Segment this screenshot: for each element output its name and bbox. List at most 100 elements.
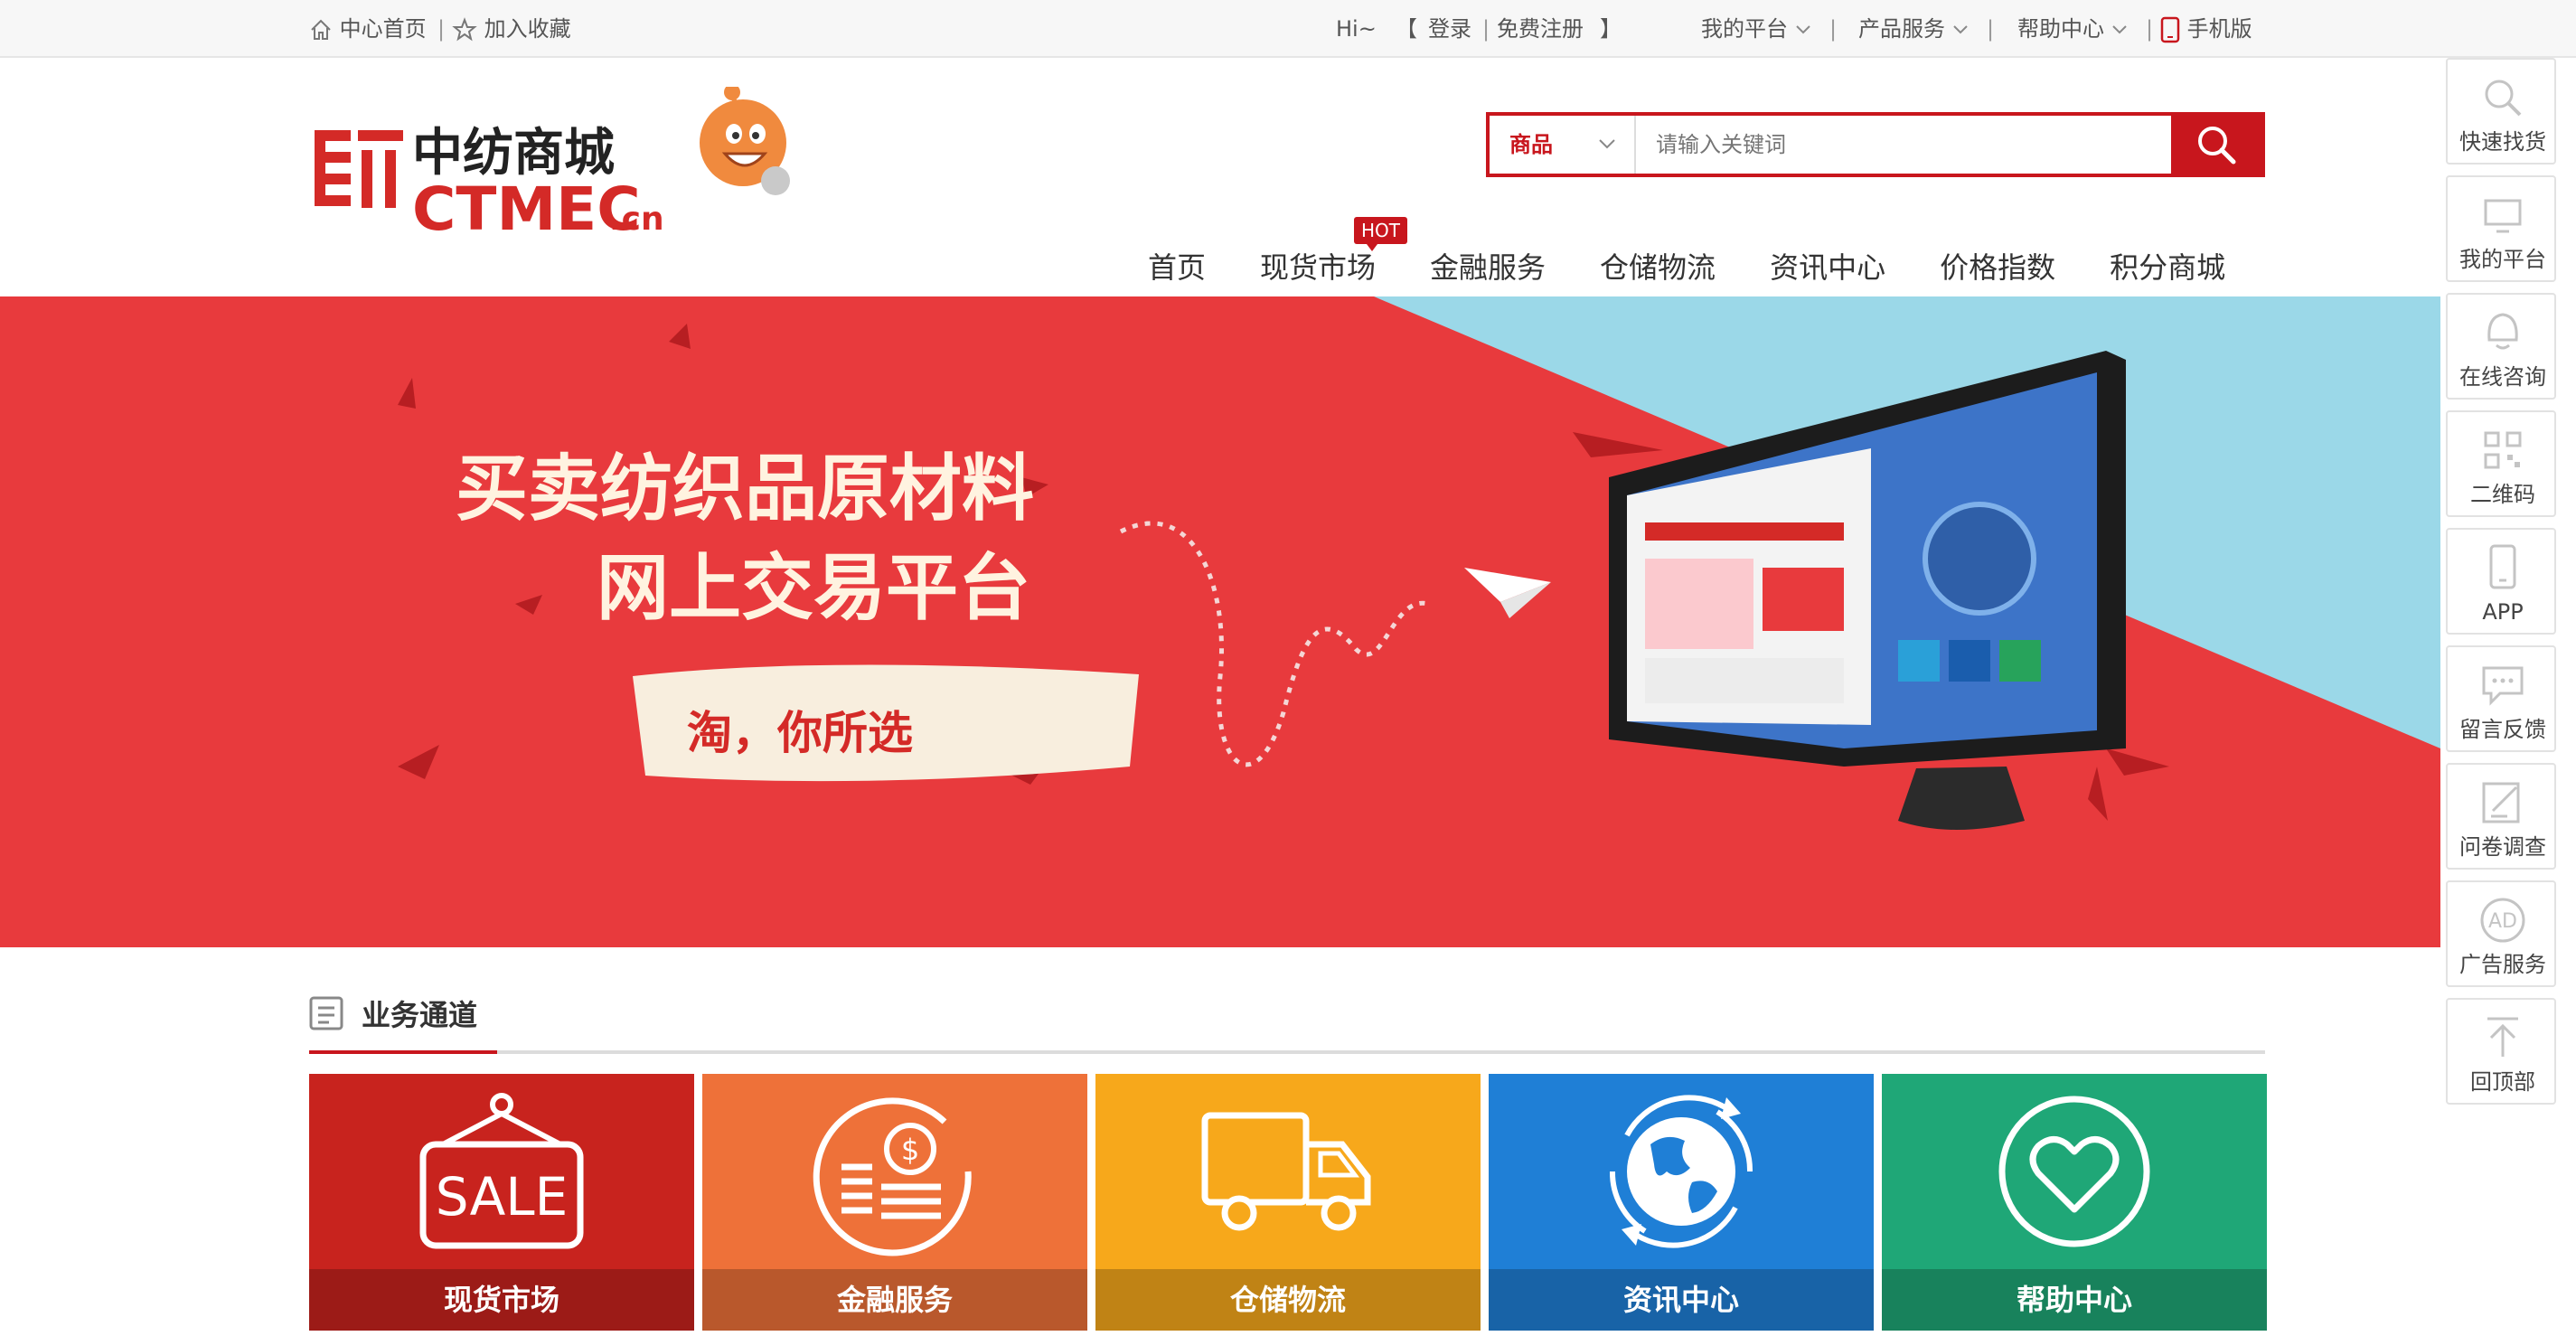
survey-icon	[2482, 782, 2520, 823]
divider: |	[2146, 16, 2154, 42]
site-logo[interactable]: 中纺商城 CTMEC .cn	[309, 84, 797, 244]
tile-label: 金融服务	[702, 1269, 1087, 1331]
ad-service-button[interactable]: AD 广告服务	[2446, 880, 2556, 987]
globe-icon	[1489, 1074, 1874, 1269]
divider: |	[1987, 16, 1995, 42]
online-consult-button[interactable]: 在线咨询	[2446, 293, 2556, 400]
ad-icon: AD	[2480, 898, 2525, 943]
chevron-down-icon	[1795, 25, 1810, 34]
banner-slogan: 淘，你所选	[687, 707, 913, 759]
search-input[interactable]	[1641, 116, 2148, 174]
logo-name-en: CTMEC	[412, 174, 641, 240]
chevron-down-icon	[1599, 139, 1615, 149]
qr-code-icon	[2484, 431, 2522, 469]
monitor-icon	[2484, 199, 2522, 233]
logo-domain: .cn	[609, 201, 664, 238]
my-platform-menu[interactable]: 我的平台	[1701, 13, 1811, 45]
search-category-label: 商品	[1509, 132, 1553, 157]
home-link-label: 中心首页	[339, 16, 427, 42]
sidebar-label: 在线咨询	[2459, 364, 2546, 390]
star-icon	[452, 17, 477, 42]
product-service-label: 产品服务	[1858, 16, 1945, 42]
mobile-link[interactable]: 手机版	[2160, 13, 2252, 45]
survey-button[interactable]: 问卷调查	[2446, 763, 2556, 870]
sidebar-label: 留言反馈	[2459, 717, 2546, 742]
help-center-menu[interactable]: 帮助中心	[2017, 13, 2128, 45]
back-to-top-button[interactable]: 回顶部	[2446, 998, 2556, 1105]
tile-finance[interactable]: $ 金融服务	[702, 1074, 1087, 1331]
sidebar-label: 问卷调查	[2459, 834, 2546, 860]
search-bar: 商品	[1486, 112, 2265, 177]
sidebar-label: 快速找货	[2459, 129, 2546, 155]
heart-icon	[1882, 1074, 2267, 1269]
feedback-button[interactable]: 留言反馈	[2446, 645, 2556, 752]
home-link[interactable]: 中心首页	[309, 13, 427, 45]
nav-price-index[interactable]: 价格指数	[1913, 240, 2082, 295]
favorite-link[interactable]: 加入收藏	[452, 13, 571, 45]
login-link[interactable]: 登录	[1428, 13, 1471, 45]
banner-line1: 买卖纺织品原材料	[456, 447, 1034, 531]
help-center-label: 帮助中心	[2017, 16, 2104, 42]
sidebar-label: 二维码	[2470, 482, 2535, 507]
sale-sign-text: SALE	[436, 1166, 569, 1228]
truck-icon	[1095, 1074, 1481, 1269]
search-icon	[2485, 80, 2522, 117]
tile-news[interactable]: 资讯中心	[1489, 1074, 1874, 1331]
quick-find-button[interactable]: 快速找货	[2446, 58, 2556, 165]
chevron-down-icon	[1952, 25, 1968, 34]
chat-person-icon	[2487, 313, 2518, 350]
tile-label: 帮助中心	[1882, 1269, 2267, 1331]
back-to-top-icon	[2487, 1017, 2518, 1057]
section-title: 业务通道	[362, 998, 478, 1032]
product-service-menu[interactable]: 产品服务	[1858, 13, 1969, 45]
nav-logistics[interactable]: 仓储物流	[1573, 240, 1743, 295]
chevron-down-icon	[2111, 25, 2127, 34]
qr-code-button[interactable]: 二维码	[2446, 410, 2556, 517]
main-nav: 首页 现货市场 金融服务 仓储物流 资讯中心 价格指数 积分商城	[1121, 240, 2252, 295]
nav-finance[interactable]: 金融服务	[1403, 240, 1573, 295]
tile-spot-market[interactable]: SALE 现货市场	[309, 1074, 694, 1331]
register-link[interactable]: 免费注册	[1497, 13, 1584, 45]
bracket-open: 【	[1396, 16, 1417, 42]
tile-logistics[interactable]: 仓储物流	[1095, 1074, 1481, 1331]
divider: |	[1482, 16, 1490, 42]
sale-sign-icon: SALE	[309, 1074, 694, 1269]
coin-symbol: $	[901, 1133, 919, 1167]
nav-points-mall[interactable]: 积分商城	[2082, 240, 2252, 295]
divider: |	[437, 16, 446, 42]
favorite-link-label: 加入收藏	[484, 16, 571, 42]
app-button[interactable]: APP	[2446, 528, 2556, 635]
nav-spot-market[interactable]: 现货市场	[1233, 240, 1403, 295]
phone-icon	[2489, 544, 2516, 589]
tile-help[interactable]: 帮助中心	[1882, 1074, 2267, 1331]
sidebar-label: 回顶部	[2470, 1069, 2535, 1095]
bracket-close: 】	[1600, 16, 1622, 42]
mobile-link-label: 手机版	[2186, 16, 2252, 42]
sidebar-label: 我的平台	[2459, 247, 2546, 272]
svg-text:AD: AD	[2488, 910, 2517, 933]
list-icon	[309, 996, 343, 1030]
tile-label: 仓储物流	[1095, 1269, 1481, 1331]
my-platform-button[interactable]: 我的平台	[2446, 175, 2556, 282]
search-category-select[interactable]: 商品	[1490, 116, 1636, 174]
tile-label: 现货市场	[309, 1269, 694, 1331]
divider: |	[1829, 16, 1838, 42]
sidebar-label: APP	[2482, 599, 2524, 625]
mascot-icon	[700, 84, 790, 195]
tile-label: 资讯中心	[1489, 1269, 1874, 1331]
top-bar: 中心首页 | 加入收藏 Hi~ 【 登录 | 免费注册 】 我的平台 | 产品服…	[0, 0, 2576, 58]
home-icon	[311, 19, 331, 40]
nav-home[interactable]: 首页	[1121, 240, 1233, 295]
hero-banner[interactable]: 买卖纺织品原材料 网上交易平台 淘，你所选	[0, 296, 2440, 947]
search-icon	[2198, 127, 2236, 165]
coins-icon: $	[702, 1074, 1087, 1269]
greeting-text: Hi~	[1336, 16, 1377, 42]
sidebar-label: 广告服务	[2459, 952, 2546, 977]
nav-news[interactable]: 资讯中心	[1743, 240, 1913, 295]
section-title-underline	[309, 1050, 497, 1054]
my-platform-label: 我的平台	[1701, 16, 1788, 42]
mobile-phone-icon	[2160, 16, 2180, 43]
message-icon	[2482, 666, 2524, 706]
banner-line2: 网上交易平台	[597, 546, 1030, 630]
search-button[interactable]	[2171, 116, 2261, 174]
